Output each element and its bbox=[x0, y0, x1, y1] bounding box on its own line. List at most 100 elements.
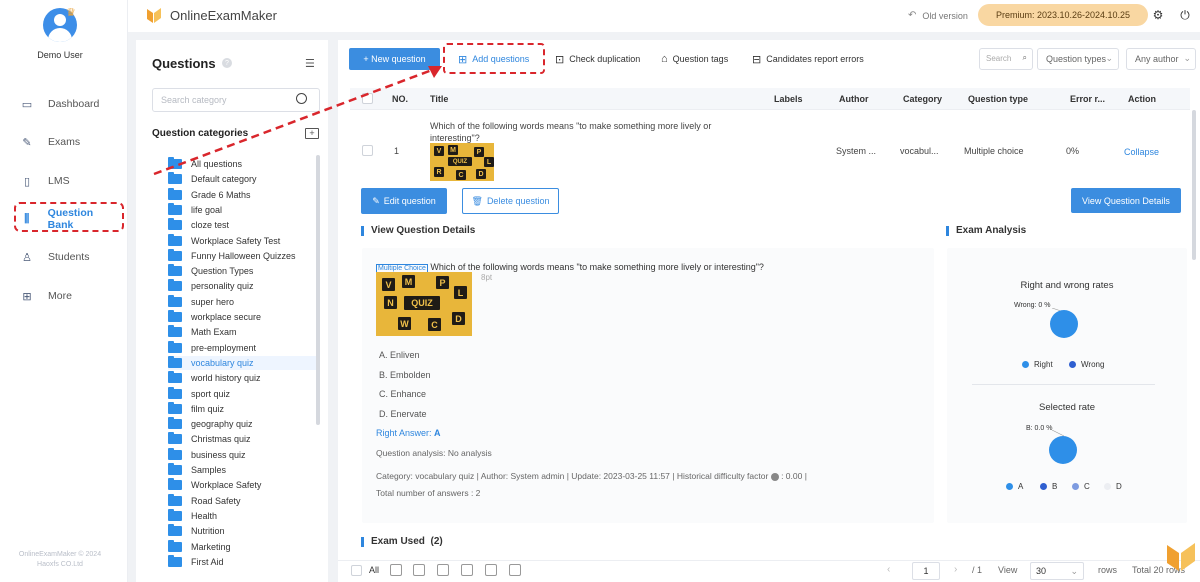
option-c: C. Enhance bbox=[379, 389, 427, 399]
any-author-select[interactable]: Any author ⌄ bbox=[1126, 48, 1196, 70]
legend-c: C bbox=[1072, 482, 1090, 491]
folder-icon bbox=[168, 539, 182, 552]
next-page-icon[interactable]: › bbox=[954, 564, 957, 575]
collapse-link[interactable]: Collapse bbox=[1124, 147, 1159, 157]
main-scrollbar[interactable] bbox=[1192, 110, 1196, 260]
pencil-icon: ✎ bbox=[22, 136, 32, 149]
check-duplication-button[interactable]: ⊡ Check duplication bbox=[555, 52, 640, 66]
user-icon: ♙ bbox=[22, 251, 32, 264]
right-answer: Right Answer: A bbox=[376, 428, 441, 438]
category-item[interactable]: Samples bbox=[168, 463, 318, 477]
view-question-details-button[interactable]: View Question Details bbox=[1071, 188, 1181, 213]
folder-icon bbox=[168, 248, 182, 261]
legend-b: B bbox=[1040, 482, 1057, 491]
nav-exams[interactable]: ✎ Exams bbox=[20, 132, 120, 152]
category-item[interactable]: Road Safety bbox=[168, 493, 318, 508]
category-item[interactable]: Funny Halloween Quizzes bbox=[168, 248, 318, 263]
rw-pie-chart bbox=[1050, 308, 1078, 338]
category-item[interactable]: geography quiz bbox=[168, 417, 318, 431]
category-label: Math Exam bbox=[191, 327, 237, 338]
brand-name: OnlineExamMaker bbox=[170, 8, 277, 23]
col-error-rate: Error r... bbox=[1070, 94, 1106, 104]
question-types-select[interactable]: Question types ⌄ bbox=[1037, 48, 1119, 70]
per-page-select[interactable]: 30 ⌄ bbox=[1030, 562, 1084, 580]
category-item[interactable]: personality quiz bbox=[168, 279, 318, 293]
folder-icon bbox=[168, 371, 182, 384]
export-icon[interactable] bbox=[485, 564, 497, 576]
question-search-input[interactable]: Search ⌕ bbox=[979, 48, 1033, 70]
category-label: Grade 6 Maths bbox=[191, 189, 251, 200]
select-all-bottom-checkbox[interactable] bbox=[351, 565, 362, 576]
folder-icon bbox=[168, 340, 182, 353]
category-item[interactable]: Health bbox=[168, 508, 318, 523]
category-label: life goal bbox=[191, 204, 223, 215]
nav-students[interactable]: ♙ Students bbox=[20, 247, 120, 267]
folder-icon bbox=[168, 310, 182, 322]
folder-icon bbox=[168, 524, 182, 537]
category-item[interactable]: super hero bbox=[168, 294, 318, 309]
category-item[interactable]: Workplace Safety bbox=[168, 478, 318, 492]
nav-dashboard[interactable]: ▭ Dashboard bbox=[20, 94, 120, 114]
assistant-mascot-icon[interactable] bbox=[1163, 533, 1199, 573]
folder-icon bbox=[168, 432, 182, 445]
legend-a: A bbox=[1006, 482, 1023, 491]
question-analysis: Question analysis: No analysis bbox=[376, 448, 492, 458]
folder-icon bbox=[168, 355, 182, 368]
legend-dot-d bbox=[1104, 483, 1111, 490]
copyright: OnlineExamMaker © 2024 Haoxfs CO.Ltd bbox=[18, 551, 102, 568]
row-title[interactable]: Which of the following words means "to m… bbox=[430, 120, 730, 144]
category-scrollbar[interactable] bbox=[316, 155, 320, 425]
category-item[interactable]: vocabulary quiz bbox=[168, 355, 318, 370]
settings-icon[interactable]: ⚙ bbox=[1150, 7, 1166, 23]
category-label: film quiz bbox=[191, 403, 225, 414]
legend-right: Right bbox=[1022, 360, 1053, 369]
category-item[interactable]: Grade 6 Maths bbox=[168, 187, 318, 202]
category-item[interactable]: film quiz bbox=[168, 401, 318, 416]
category-label: Christmas quiz bbox=[191, 434, 251, 445]
highlight-box-question-bank bbox=[14, 202, 124, 232]
category-item[interactable]: Christmas quiz bbox=[168, 432, 318, 446]
question-image: V M P L N QUIZ W C D bbox=[376, 272, 472, 336]
tag-icon[interactable] bbox=[509, 564, 521, 576]
nav-more[interactable]: ⊞ More bbox=[20, 286, 120, 306]
premium-badge[interactable]: Premium: 2023.10.26-2024.10.25 bbox=[978, 4, 1148, 26]
category-item[interactable]: Marketing bbox=[168, 539, 318, 554]
folder-icon bbox=[168, 233, 182, 246]
logo-icon bbox=[147, 8, 161, 23]
question-tags-button[interactable]: ⌂ Question tags bbox=[661, 52, 728, 66]
edit-icon: ✎ bbox=[372, 195, 380, 206]
prev-page-icon[interactable]: ‹ bbox=[887, 564, 890, 575]
image-icon[interactable] bbox=[437, 564, 449, 576]
category-item[interactable]: sport quiz bbox=[168, 386, 318, 401]
crown-icon: ♛ bbox=[66, 7, 76, 19]
info-icon bbox=[770, 472, 779, 481]
detail-question: Multiple Choice Which of the following w… bbox=[376, 262, 764, 273]
category-item[interactable]: First Aid bbox=[168, 554, 318, 569]
category-item[interactable]: life goal bbox=[168, 202, 318, 217]
legend-dot-c bbox=[1072, 483, 1079, 490]
folder-icon[interactable] bbox=[413, 564, 425, 576]
old-version-link[interactable]: ↶ Old version bbox=[908, 10, 968, 21]
page-input[interactable]: 1 bbox=[912, 562, 940, 580]
category-item[interactable]: business quiz bbox=[168, 447, 318, 462]
all-label: All bbox=[369, 565, 380, 575]
delete-question-button[interactable]: 🗑 Delete question bbox=[462, 188, 559, 214]
col-category: Category bbox=[903, 94, 943, 104]
power-icon[interactable]: ⏻ bbox=[1177, 7, 1193, 23]
category-item[interactable]: Workplace Safety Test bbox=[168, 233, 318, 248]
category-item[interactable]: Math Exam bbox=[168, 325, 318, 339]
category-item[interactable]: Question Types bbox=[168, 264, 318, 278]
candidates-report-button[interactable]: ⊟ Candidates report errors bbox=[752, 52, 864, 66]
edit-question-button[interactable]: ✎ Edit question bbox=[361, 188, 447, 214]
word-icon[interactable] bbox=[461, 564, 473, 576]
trash-icon[interactable] bbox=[390, 564, 402, 576]
folder-icon bbox=[168, 447, 182, 460]
category-item[interactable]: world history quiz bbox=[168, 371, 318, 385]
category-item[interactable]: Nutrition bbox=[168, 524, 318, 538]
folder-icon bbox=[168, 218, 182, 231]
category-item[interactable]: workplace secure bbox=[168, 310, 318, 324]
category-item[interactable]: pre-employment bbox=[168, 340, 318, 355]
nav-lms[interactable]: ▯ LMS bbox=[20, 171, 120, 191]
monitor-icon: ▭ bbox=[21, 98, 33, 111]
category-item[interactable]: cloze test bbox=[168, 218, 318, 232]
